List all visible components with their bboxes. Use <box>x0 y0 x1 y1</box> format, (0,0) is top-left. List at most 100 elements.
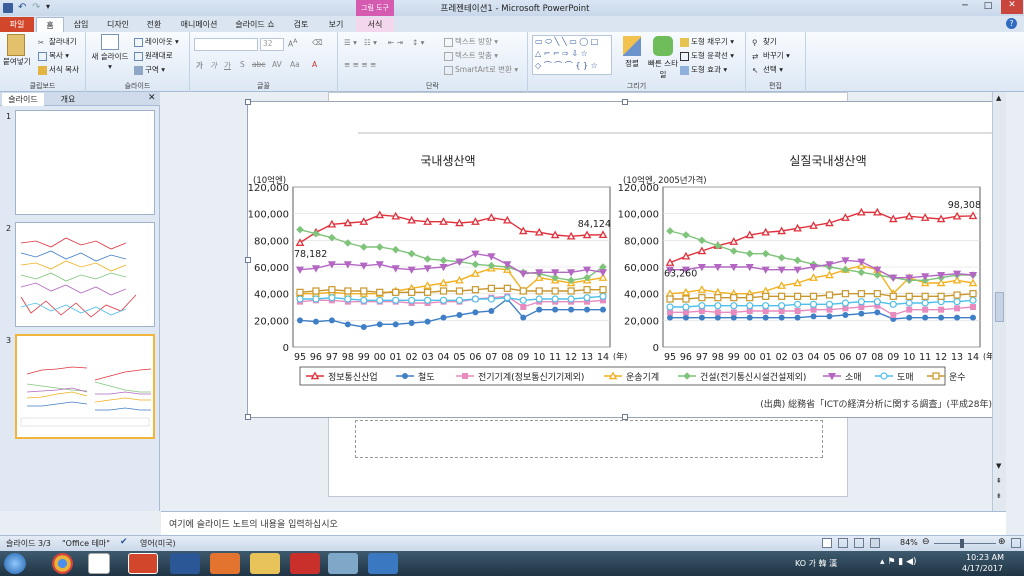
app-icon-blue[interactable] <box>88 553 110 574</box>
underline-icon[interactable]: 가 <box>224 60 231 71</box>
next-slide-icon[interactable]: ⇟ <box>996 492 1002 500</box>
tab-transitions[interactable]: 전환 <box>140 17 168 32</box>
fit-window-icon[interactable] <box>1011 538 1021 548</box>
resize-handle-ml[interactable] <box>245 257 251 263</box>
numbering-icon[interactable]: ☷ ▾ <box>364 38 377 47</box>
slide-thumbnail-3-selected[interactable] <box>15 334 155 439</box>
presentation-app-icon[interactable] <box>210 553 240 574</box>
app-icon-blue-2[interactable] <box>368 553 398 574</box>
data-point <box>328 286 336 294</box>
scroll-thumb[interactable] <box>995 292 1004 322</box>
copy-button[interactable]: 복사 ▾ <box>38 50 69 61</box>
tab-insert[interactable]: 삽입 <box>66 17 96 32</box>
notes-pane[interactable]: 여기에 슬라이드 노트의 내용을 입력하십시오 <box>161 511 1006 535</box>
format-painter-button[interactable]: 서식 복사 <box>38 64 79 75</box>
reading-view-icon[interactable] <box>854 538 864 548</box>
replace-button[interactable]: ⇄ 바꾸기 ▾ <box>752 50 790 61</box>
normal-view-icon[interactable] <box>822 538 832 548</box>
acrobat-icon[interactable] <box>290 553 320 574</box>
scroll-down-icon[interactable]: ▼ <box>996 462 1001 470</box>
folder-icon[interactable] <box>250 553 280 574</box>
resize-handle-tl[interactable] <box>245 99 251 105</box>
zoom-slider-thumb[interactable] <box>960 539 964 548</box>
tab-format[interactable]: 서식 <box>356 17 394 32</box>
line-spacing-icon[interactable]: ↕ ▾ <box>412 38 424 47</box>
tab-outline-pane[interactable]: 개요 <box>50 93 86 106</box>
minimize-button[interactable]: ─ <box>955 1 975 13</box>
app-icon-grey[interactable] <box>328 553 358 574</box>
zoom-level[interactable]: 84% <box>900 538 918 547</box>
sorter-view-icon[interactable] <box>838 538 848 548</box>
zoom-out-icon[interactable]: ⊖ <box>922 537 930 547</box>
bullets-icon[interactable]: ☰ ▾ <box>344 38 357 47</box>
grow-font-icon[interactable]: AA <box>288 38 297 49</box>
help-icon[interactable]: ? <box>1006 18 1017 29</box>
italic-icon[interactable]: 가 <box>210 60 217 71</box>
align-left-icon[interactable]: ≡ ≡ ≡ ≡ <box>344 60 376 69</box>
layout-button[interactable]: 레이아웃 ▾ <box>134 36 179 47</box>
start-button[interactable] <box>4 553 26 574</box>
scroll-up-icon[interactable]: ▲ <box>996 94 1001 102</box>
align-text-button[interactable]: 텍스트 맞춤 ▾ <box>444 50 498 61</box>
prev-slide-icon[interactable]: ⇞ <box>996 477 1002 485</box>
tab-animations[interactable]: 애니메이션 <box>174 17 224 32</box>
tray-icons[interactable]: ▴ ⚑ ▮ ◀) <box>880 557 917 567</box>
font-name-box[interactable] <box>194 38 258 51</box>
close-button[interactable]: ✕ <box>1001 0 1023 14</box>
group-paragraph: ☰ ▾ ☷ ▾ ⇤ ⇥ ↕ ▾ 텍스트 방향 ▾ 텍스트 맞춤 ▾ SmartA… <box>338 32 528 92</box>
slide-thumbnail-2[interactable] <box>15 222 155 327</box>
undo-icon[interactable]: ↶ <box>18 2 26 13</box>
powerpoint-icon[interactable] <box>128 553 158 574</box>
tab-review[interactable]: 검토 <box>286 17 316 32</box>
select-button[interactable]: ↖ 선택 ▾ <box>752 64 783 75</box>
redo-icon[interactable]: ↷ <box>32 2 40 13</box>
paste-button[interactable]: 붙여넣기 <box>3 34 31 67</box>
strike-icon[interactable]: abc <box>252 60 265 69</box>
ime-indicator[interactable]: KO 가 韓 漢 <box>795 558 837 569</box>
slideshow-view-icon[interactable] <box>870 538 880 548</box>
clear-format-icon[interactable]: ⌫ <box>312 38 323 47</box>
tab-slides-pane[interactable]: 슬라이드 <box>2 93 44 106</box>
shape-fill-button[interactable]: 도형 채우기 ▾ <box>680 36 734 47</box>
vertical-scrollbar[interactable]: ▲ ▼ ⇞ ⇟ <box>992 92 1006 511</box>
reset-button[interactable]: 원래대로 <box>134 50 173 61</box>
indent-icon[interactable]: ⇤ ⇥ <box>388 38 403 47</box>
zoom-slider[interactable] <box>934 543 996 544</box>
tab-home[interactable]: 홈 <box>36 17 64 32</box>
shape-outline-button[interactable]: 도형 윤곽선 ▾ <box>680 50 734 61</box>
change-case-icon[interactable]: Aa <box>290 60 300 69</box>
close-pane-icon[interactable]: ✕ <box>148 93 156 103</box>
language-indicator[interactable]: 영어(미국) <box>140 538 176 549</box>
maximize-button[interactable]: □ <box>978 1 998 13</box>
resize-handle-bm[interactable] <box>622 414 628 420</box>
slide-thumbnail-1[interactable] <box>15 110 155 215</box>
save-icon[interactable] <box>3 3 13 13</box>
spacing-icon[interactable]: AV <box>272 60 282 69</box>
tab-slideshow[interactable]: 슬라이드 쇼 <box>230 17 280 32</box>
new-slide-button[interactable]: 새 슬라이드 ▾ <box>90 34 130 71</box>
zoom-in-icon[interactable]: ⊕ <box>998 537 1006 547</box>
shape-effects-button[interactable]: 도형 효과 ▾ <box>680 64 727 75</box>
bold-icon[interactable]: 가 <box>196 60 203 71</box>
tab-design[interactable]: 디자인 <box>100 17 136 32</box>
find-button[interactable]: ⚲ 찾기 <box>752 36 777 47</box>
text-direction-button[interactable]: 텍스트 방향 ▾ <box>444 36 498 47</box>
resize-handle-bl[interactable] <box>245 414 251 420</box>
qat-dropdown-icon[interactable]: ▾ <box>46 2 50 11</box>
shapes-gallery[interactable]: ▭ ⬭ ╲ ╲ ▭ ◯ □ △ ⌐ ⌐ ⇨ ⇩ ☆ ◇ ⌒ ⌒ ⌒ { } ☆ <box>532 35 612 75</box>
smartart-button[interactable]: SmartArt로 변환 ▾ <box>444 64 518 75</box>
chrome-icon[interactable] <box>52 553 73 574</box>
arrange-button[interactable]: 정렬 <box>618 36 646 69</box>
cut-button[interactable]: ✂ 잘라내기 <box>38 36 77 47</box>
tab-view[interactable]: 보기 <box>322 17 350 32</box>
spellcheck-icon[interactable]: ✔ <box>120 537 128 547</box>
tab-file[interactable]: 파일 <box>0 17 34 32</box>
chart-picture-frame[interactable]: 국내생산액 (10억엔) 0 20,000 40,000 60,000 80,000 100,… <box>245 99 1003 420</box>
word-icon[interactable] <box>170 553 200 574</box>
resize-handle-tm[interactable] <box>622 99 628 105</box>
section-button[interactable]: 구역 ▾ <box>134 64 165 75</box>
font-size-box[interactable]: 32 <box>260 38 284 51</box>
quick-styles-button[interactable]: 빠른 스타일 <box>648 36 678 80</box>
font-color-icon[interactable]: A <box>312 60 317 69</box>
shadow-icon[interactable]: S <box>240 60 245 69</box>
